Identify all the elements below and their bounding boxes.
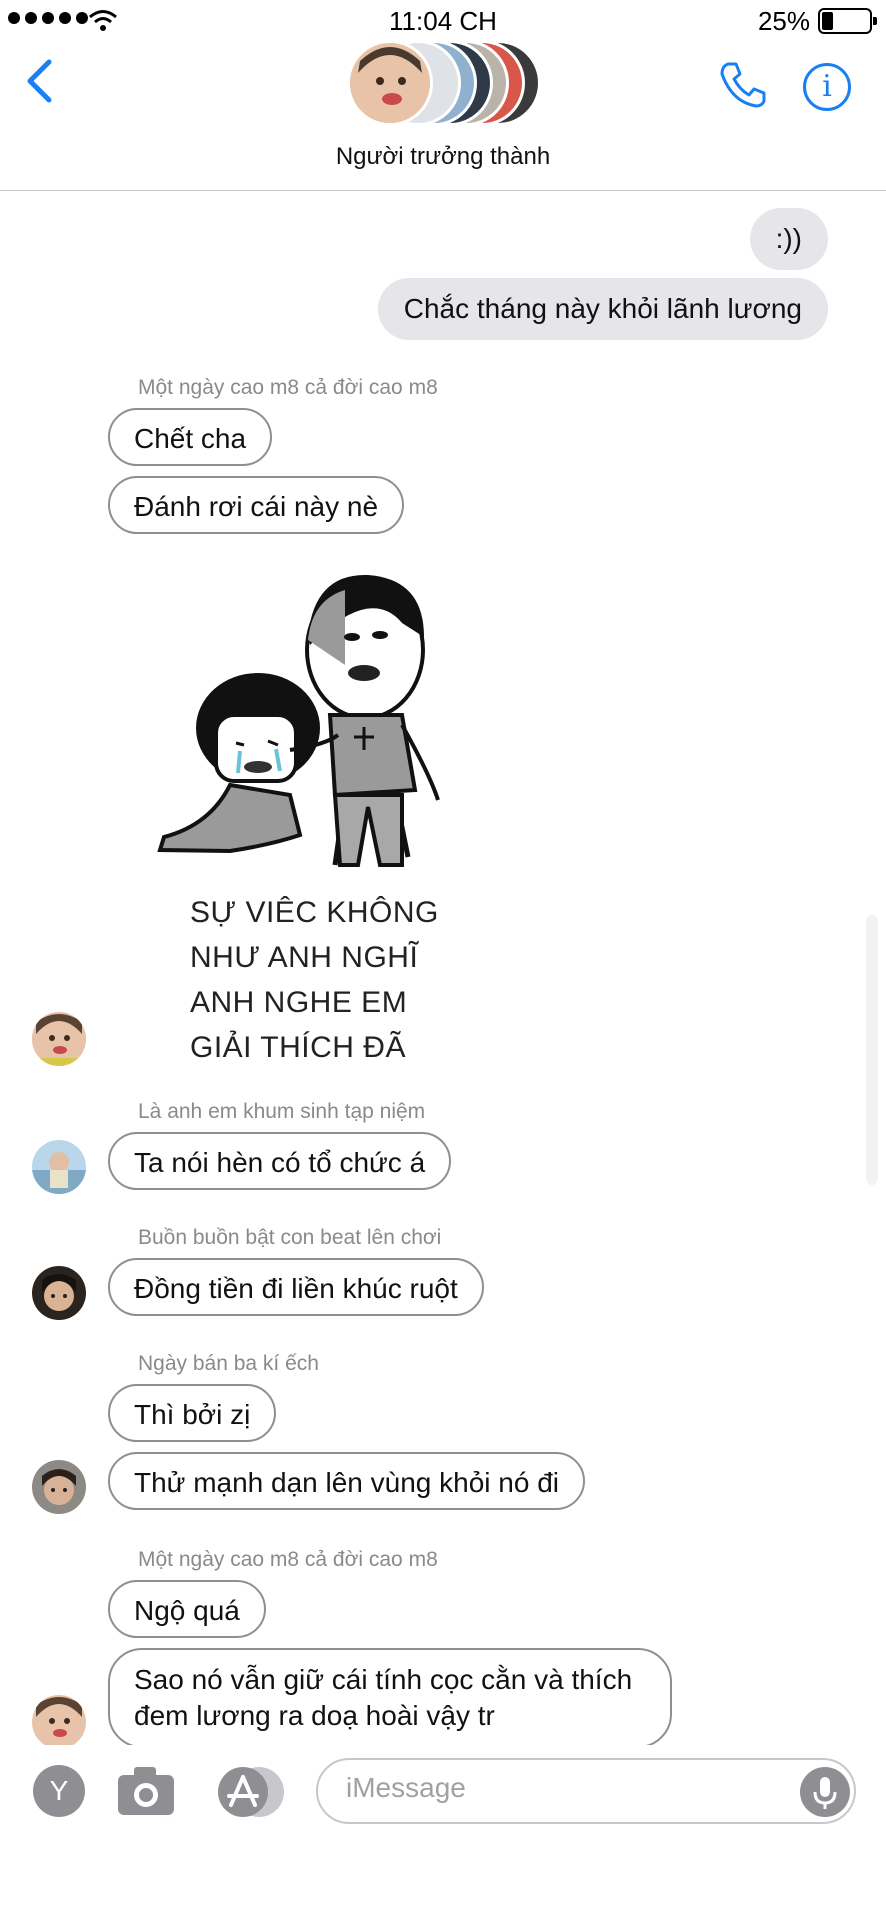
message-line: Sao nó vẫn giữ cái tính cọc cằn và thích [134,1664,633,1695]
incoming-message[interactable]: Thì bởi zị [108,1384,277,1442]
group-name[interactable]: Người trưởng thành [0,143,886,171]
scrollbar[interactable] [866,915,878,1185]
microphone-icon[interactable] [800,1767,850,1817]
status-time: 11:04 CH [389,6,497,36]
message-line: đem lương ra doạ hoài vậy tr [134,1700,495,1731]
sender-name: Một ngày cao m8 cả đời cao m8 [138,1548,438,1571]
camera-icon[interactable] [116,1763,176,1817]
sticker-caption-line: SỰ VIÊC KHÔNG [190,896,439,929]
info-icon[interactable]: i [803,63,851,111]
outgoing-message[interactable]: Chắc tháng này khỏi lãnh lương [377,278,828,340]
sticker-caption-line: GIẢI THÍCH ĐÃ [190,1031,406,1064]
group-avatar [347,40,433,126]
outgoing-message[interactable]: :)) [749,208,828,270]
battery-icon [818,8,877,34]
sender-name: Buồn buồn bật con beat lên chơi [138,1226,442,1249]
header-divider [0,190,886,191]
incoming-message[interactable]: Đánh rơi cái này nè [108,476,405,534]
avatar[interactable] [32,1460,86,1514]
avatar[interactable] [32,1695,86,1749]
battery-percent: 25% [757,6,810,36]
incoming-message[interactable]: Ngộ quá [108,1580,266,1638]
sticker-caption-line: NHƯ ANH NGHĨ [190,941,419,974]
avatar[interactable] [32,1266,86,1320]
avatar[interactable] [32,1012,86,1066]
avatar[interactable] [32,1140,86,1194]
message-input-placeholder: iMessage [346,1772,466,1803]
app-drawer-icon[interactable]: Y [33,1765,85,1817]
back-chevron-icon[interactable] [24,58,54,104]
sticker-caption: SỰ VIÊC KHÔNG NHƯ ANH NGHĨ ANH NGHE EM G… [190,890,439,1070]
group-avatar-stack[interactable] [347,40,541,126]
phone-call-icon[interactable] [718,60,768,110]
incoming-message-multiline[interactable]: Sao nó vẫn giữ cái tính cọc cằn và thích… [108,1648,672,1748]
sticker-caption-line: ANH NGHE EM [190,986,408,1019]
sender-name: Ngày bán ba kí ếch [138,1352,319,1375]
status-bar: 11:04 CH 25% [0,0,886,40]
incoming-message[interactable]: Thử mạnh dạn lên vùng khỏi nó đi [108,1452,586,1510]
sender-name: Là anh em khum sinh tạp niệm [138,1100,426,1123]
incoming-message[interactable]: Đồng tiền đi liền khúc ruột [108,1258,484,1316]
incoming-message[interactable]: Ta nói hèn có tổ chức á [108,1132,452,1190]
app-store-icon[interactable] [215,1765,287,1819]
incoming-message[interactable]: Chết cha [108,408,273,466]
sender-name: Một ngày cao m8 cả đời cao m8 [138,376,438,399]
